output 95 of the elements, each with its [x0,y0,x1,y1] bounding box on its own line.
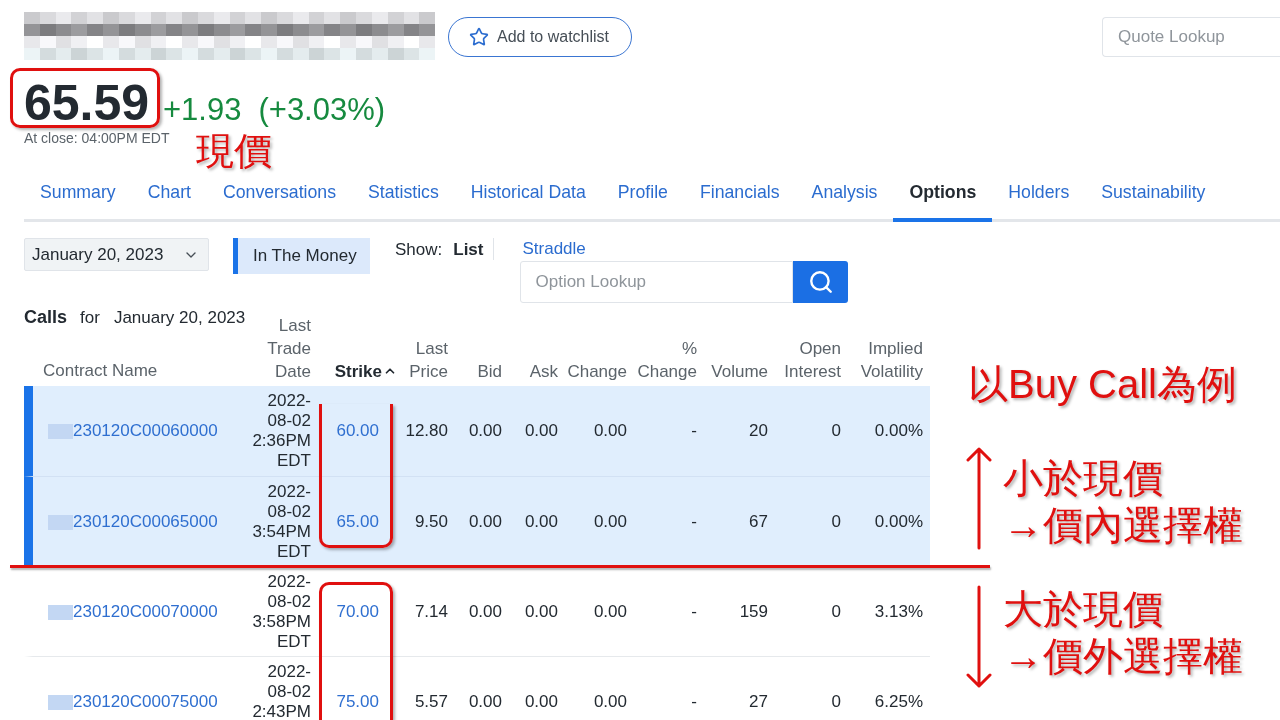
contract-link[interactable]: 230120C00070000 [73,601,218,623]
table-title: Calls [24,306,68,328]
blurred-text-block [48,514,73,530]
change-text: 0.00 [593,511,627,533]
last-price-text: 9.50 [414,511,448,533]
last-price-text: 5.57 [414,691,448,713]
percent-change-text: - [691,420,697,442]
column-header[interactable]: Strike [334,360,397,383]
implied-volatility-text: 0.00% [874,420,923,442]
ask-text: 0.00 [524,601,558,623]
bid-text: 0.00 [468,511,502,533]
example-caption: 以Buy Call為例 [968,362,1237,406]
open-interest-text: 0 [831,420,841,442]
contract-link[interactable]: 230120C00060000 [73,420,218,442]
tab[interactable]: Historical Data [454,174,602,222]
column-header[interactable]: % Change [627,337,697,383]
tab[interactable]: Statistics [352,174,455,222]
last-price-text: 12.80 [405,420,448,442]
volume-text: 27 [749,691,768,713]
column-header[interactable]: Ask [529,360,558,383]
column-header[interactable]: Bid [477,360,502,383]
strike-link[interactable]: 70.00 [336,601,379,623]
tab[interactable]: Analysis [795,174,894,222]
column-header[interactable]: Last Price [397,337,448,383]
bid-text: 0.00 [468,601,502,623]
search-button[interactable] [793,261,849,303]
table-date: January 20, 2023 [113,307,246,329]
contract-link[interactable]: 230120C00065000 [73,511,218,533]
option-search-field[interactable]: Option Lookup [520,261,794,303]
tab[interactable]: Summary [24,174,132,222]
last-price-text: 7.14 [414,601,448,623]
implied-volatility-text: 0.00% [874,511,923,533]
contract-link[interactable]: 230120C00075000 [73,691,218,713]
percent-change-text: - [691,511,697,533]
in-the-money-toggle[interactable]: In The Money [233,238,370,274]
price-text: 65.59 [24,83,151,123]
down-arrow-icon [966,585,992,689]
change-text: 0.00 [593,691,627,713]
blurred-text-block [48,423,73,439]
column-header[interactable]: Volume [711,360,768,383]
tab[interactable]: Profile [601,174,684,222]
tab[interactable]: Financials [683,174,796,222]
for-label: for [80,307,100,329]
ask-text: 0.00 [524,691,558,713]
strike-link[interactable]: 65.00 [336,511,379,533]
percent-change-text: - [691,601,697,623]
note-line: 大於現價 [1003,587,1163,631]
bid-text: 0.00 [468,691,502,713]
ask-text: 0.00 [524,420,558,442]
tab[interactable]: Conversations [206,174,352,222]
tab[interactable]: Options [893,174,993,222]
column-header[interactable]: Contract Name [43,358,158,382]
view-option[interactable]: Straddle [522,238,586,260]
strike-link[interactable]: 75.00 [336,691,379,713]
blurred-text-block [48,604,73,620]
blurred-text-block [48,694,73,710]
column-header[interactable]: Change [567,360,627,383]
note-line: →價內選擇權 [1003,503,1243,547]
ask-text: 0.00 [524,511,558,533]
up-arrow-icon [966,446,992,550]
star-icon [469,27,489,47]
change-text: 0.00 [593,601,627,623]
view-option[interactable]: List [453,239,484,261]
bid-text: 0.00 [468,420,502,442]
volume-text: 159 [739,601,768,623]
trade-date-text: 2022-08-02 2:43PM [251,662,311,720]
note-line: →價外選擇權 [1003,634,1243,678]
open-interest-text: 0 [831,511,841,533]
percent-change-text: - [691,691,697,713]
show-label: Show: [395,239,443,261]
trade-date-text: 2022-08-02 3:58PM EDT [251,572,311,652]
trade-date-text: 2022-08-02 3:54PM EDT [251,482,311,562]
volume-text: 67 [749,511,768,533]
column-header[interactable]: Open Interest [768,337,841,383]
percent-change-text: (+3.03%) [258,91,386,129]
search-icon [808,269,834,295]
column-header[interactable]: Last Trade Date [250,314,311,383]
strike-link[interactable]: 60.00 [336,420,379,442]
quote-search-field[interactable]: Quote Lookup [1102,17,1280,57]
volume-text: 20 [749,420,768,442]
implied-volatility-text: 3.13% [874,601,923,623]
implied-volatility-text: 6.25% [874,691,923,713]
market-time-text: At close: 04:00PM EDT [24,130,170,146]
change-text: 0.00 [593,420,627,442]
tab[interactable]: Chart [131,174,207,222]
open-interest-text: 0 [831,691,841,713]
expiration-select[interactable]: January 20, 2023 [24,238,209,271]
price-annotation: 現價 [196,130,272,172]
tab[interactable]: Holders [992,174,1086,222]
column-header[interactable]: Implied Volatility [841,337,923,383]
open-interest-text: 0 [831,601,841,623]
trade-date-text: 2022-08-02 2:36PM EDT [251,391,311,471]
note-line: 小於現價 [1003,456,1163,500]
tab[interactable]: Sustainability [1085,174,1222,222]
price-change-text: +1.93 [163,91,242,129]
